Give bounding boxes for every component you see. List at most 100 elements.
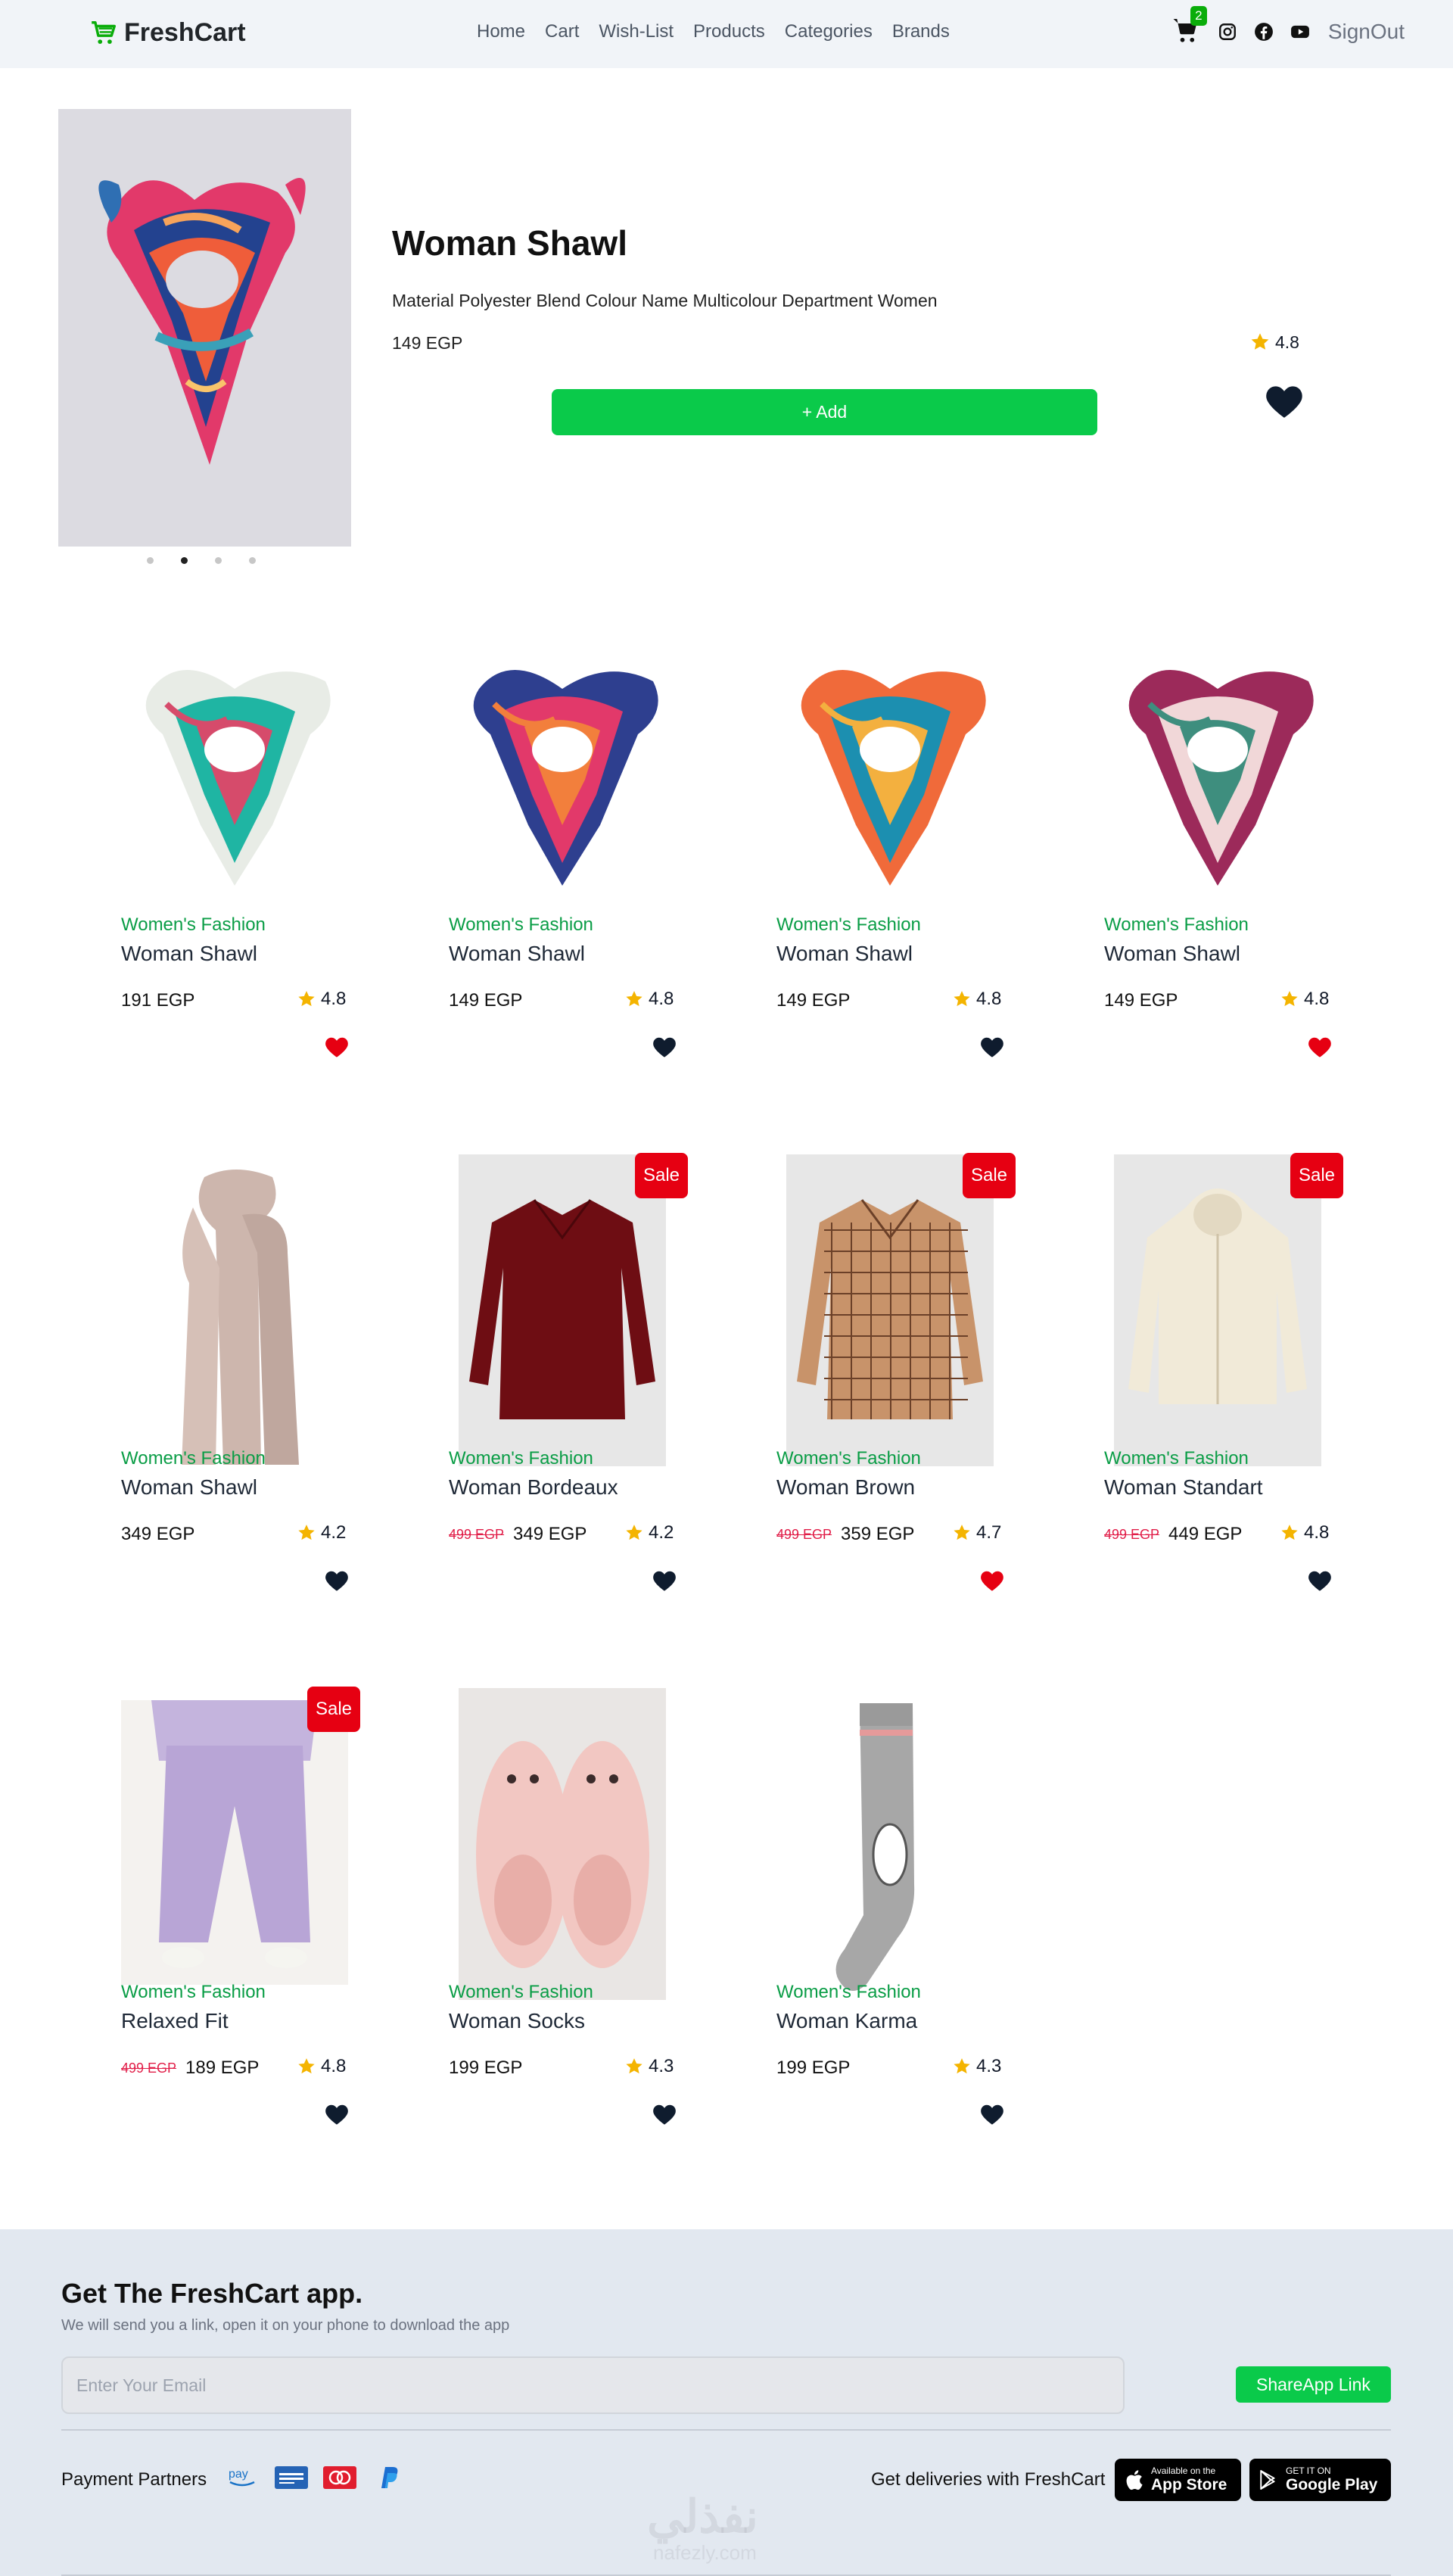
brand-name: FreshCart xyxy=(124,18,246,47)
product-card[interactable]: Sale Women's Fashion Woman Standart 499 EGP… xyxy=(983,1153,1346,1646)
product-image[interactable] xyxy=(786,1154,994,1470)
star-icon xyxy=(1251,333,1269,350)
product-image[interactable] xyxy=(459,1154,666,1470)
add-to-cart-button[interactable]: + Add xyxy=(552,389,1097,435)
sale-badge: Sale xyxy=(1290,1153,1343,1198)
product-category: Women's Fashion xyxy=(1104,914,1249,935)
carousel-dot[interactable] xyxy=(249,557,256,564)
star-icon xyxy=(626,2058,642,2074)
cart-button[interactable]: 2 xyxy=(1172,6,1207,47)
nav-wishlist[interactable]: Wish-List xyxy=(599,21,674,42)
product-title: Woman Shawl xyxy=(392,223,627,263)
instagram-icon[interactable] xyxy=(1218,22,1237,42)
google-play-button[interactable]: GET IT ON Google Play xyxy=(1249,2459,1391,2501)
product-image[interactable] xyxy=(121,1162,348,1469)
cart-count-badge: 2 xyxy=(1190,6,1207,26)
wishlist-heart-icon[interactable] xyxy=(1264,383,1305,419)
product-image[interactable] xyxy=(776,659,1003,905)
product-image[interactable] xyxy=(121,1700,348,1989)
carousel-dots xyxy=(147,557,256,564)
product-card[interactable]: Women's Fashion Woman Shawl 191 EGP 4.8 xyxy=(0,628,363,1113)
shawl-image xyxy=(801,670,986,886)
sock-image xyxy=(835,1703,915,1991)
price-row: 499 EGP 349 EGP xyxy=(449,1524,586,1545)
product-category: Women's Fashion xyxy=(449,1448,593,1469)
product-category: Women's Fashion xyxy=(776,914,921,935)
product-image[interactable] xyxy=(776,1688,1003,2004)
star-icon xyxy=(954,991,970,1007)
app-store-button[interactable]: Available on the App Store xyxy=(1115,2459,1241,2501)
svg-text:pay: pay xyxy=(229,2468,248,2481)
carousel-dot-active[interactable] xyxy=(181,557,188,564)
product-card[interactable]: Sale Women's Fashion Woman Bordeaux 499 EGP… xyxy=(328,1153,691,1646)
star-icon xyxy=(298,1525,315,1540)
product-card[interactable]: Women's Fashion Woman Shawl 349 EGP 4.2 xyxy=(0,1162,363,1646)
email-field[interactable] xyxy=(61,2356,1125,2414)
product-price: 149 EGP xyxy=(1104,990,1178,1011)
footer: Get The FreshCart app. We will send you … xyxy=(0,2229,1453,2576)
price-row: 349 EGP xyxy=(121,1524,194,1545)
product-card[interactable]: Women's Fashion Woman Socks 199 EGP 4.3 xyxy=(328,1688,691,2180)
carousel-dot[interactable] xyxy=(147,557,154,564)
product-card[interactable]: Women's Fashion Woman Shawl 149 EGP 4.8 xyxy=(983,628,1346,1113)
brand-logo[interactable]: FreshCart xyxy=(89,18,246,48)
footer-subtitle: We will send you a link, open it on your… xyxy=(61,2317,510,2334)
star-icon xyxy=(298,991,315,1007)
watermark: نفذلي xyxy=(647,2491,758,2542)
rating-value: 4.8 xyxy=(1304,989,1330,1009)
product-rating: 4.8 xyxy=(1280,1522,1329,1543)
product-card[interactable]: Women's Fashion Woman Shawl 149 EGP 4.8 xyxy=(655,628,1019,1113)
rating-value: 4.8 xyxy=(1304,1522,1330,1543)
star-icon xyxy=(298,2058,315,2074)
amazon-pay-icon: pay xyxy=(229,2468,255,2487)
price-row: 199 EGP xyxy=(776,2057,850,2079)
product-card[interactable]: Women's Fashion Woman Karma 199 EGP 4.3 xyxy=(655,1696,1019,2180)
product-price: 149 EGP xyxy=(776,990,851,1011)
product-card[interactable]: Sale Women's Fashion Woman Brown 499 EGP 359… xyxy=(655,1153,1019,1646)
product-price: 349 EGP xyxy=(121,1524,195,1544)
product-image[interactable] xyxy=(1114,1154,1321,1470)
deliveries-label: Get deliveries with FreshCart xyxy=(871,2469,1106,2490)
product-name: Woman Shawl xyxy=(449,942,586,965)
nav-brands[interactable]: Brands xyxy=(892,21,950,42)
wishlist-heart-icon[interactable] xyxy=(1307,1036,1333,1058)
product-image[interactable] xyxy=(449,659,676,905)
youtube-icon[interactable] xyxy=(1290,22,1310,42)
product-category: Women's Fashion xyxy=(121,1982,266,2002)
google-play-icon xyxy=(1260,2470,1275,2490)
star-icon xyxy=(626,1525,642,1540)
product-image[interactable] xyxy=(1104,659,1331,905)
nav-products[interactable]: Products xyxy=(693,21,765,42)
carousel-dot[interactable] xyxy=(215,557,222,564)
product-image[interactable] xyxy=(459,1688,666,2004)
share-app-link-button[interactable]: ShareApp Link xyxy=(1236,2366,1391,2403)
product-card[interactable]: Sale Women's Fashion Relaxed Fit 499 EGP 189… xyxy=(0,1687,363,2180)
signout-link[interactable]: SignOut xyxy=(1328,20,1405,44)
nav-home[interactable]: Home xyxy=(477,21,525,42)
shawl-image xyxy=(58,109,351,547)
product-name: Woman Bordeaux xyxy=(449,1475,618,1499)
product-image[interactable] xyxy=(121,659,348,905)
wishlist-heart-icon[interactable] xyxy=(1307,1569,1333,1592)
product-name: Relaxed Fit xyxy=(121,2009,229,2032)
nav-cart[interactable]: Cart xyxy=(545,21,579,42)
divider xyxy=(61,2429,1391,2431)
hoodie-image xyxy=(1114,1154,1321,1466)
product-price: 191 EGP xyxy=(121,990,195,1011)
product-rating: 4.8 xyxy=(1249,332,1299,353)
price-row: 199 EGP xyxy=(449,2057,522,2079)
product-name: Woman Brown xyxy=(776,1475,916,1499)
product-image-carousel[interactable] xyxy=(58,109,351,547)
nav-categories[interactable]: Categories xyxy=(785,21,873,42)
shopping-cart-logo-icon xyxy=(92,20,116,44)
product-price: 189 EGP xyxy=(185,2057,260,2078)
footer-title: Get The FreshCart app. xyxy=(61,2278,363,2309)
price-row: 499 EGP 359 EGP xyxy=(776,1524,914,1545)
star-icon xyxy=(954,2058,970,2074)
product-category: Women's Fashion xyxy=(1104,1448,1249,1469)
wishlist-heart-icon[interactable] xyxy=(979,2103,1005,2126)
product-card[interactable]: Women's Fashion Woman Shawl 149 EGP 4.8 xyxy=(328,628,691,1113)
product-category: Women's Fashion xyxy=(449,1982,593,2002)
facebook-icon[interactable] xyxy=(1254,22,1274,42)
price-row: 191 EGP xyxy=(121,990,194,1011)
